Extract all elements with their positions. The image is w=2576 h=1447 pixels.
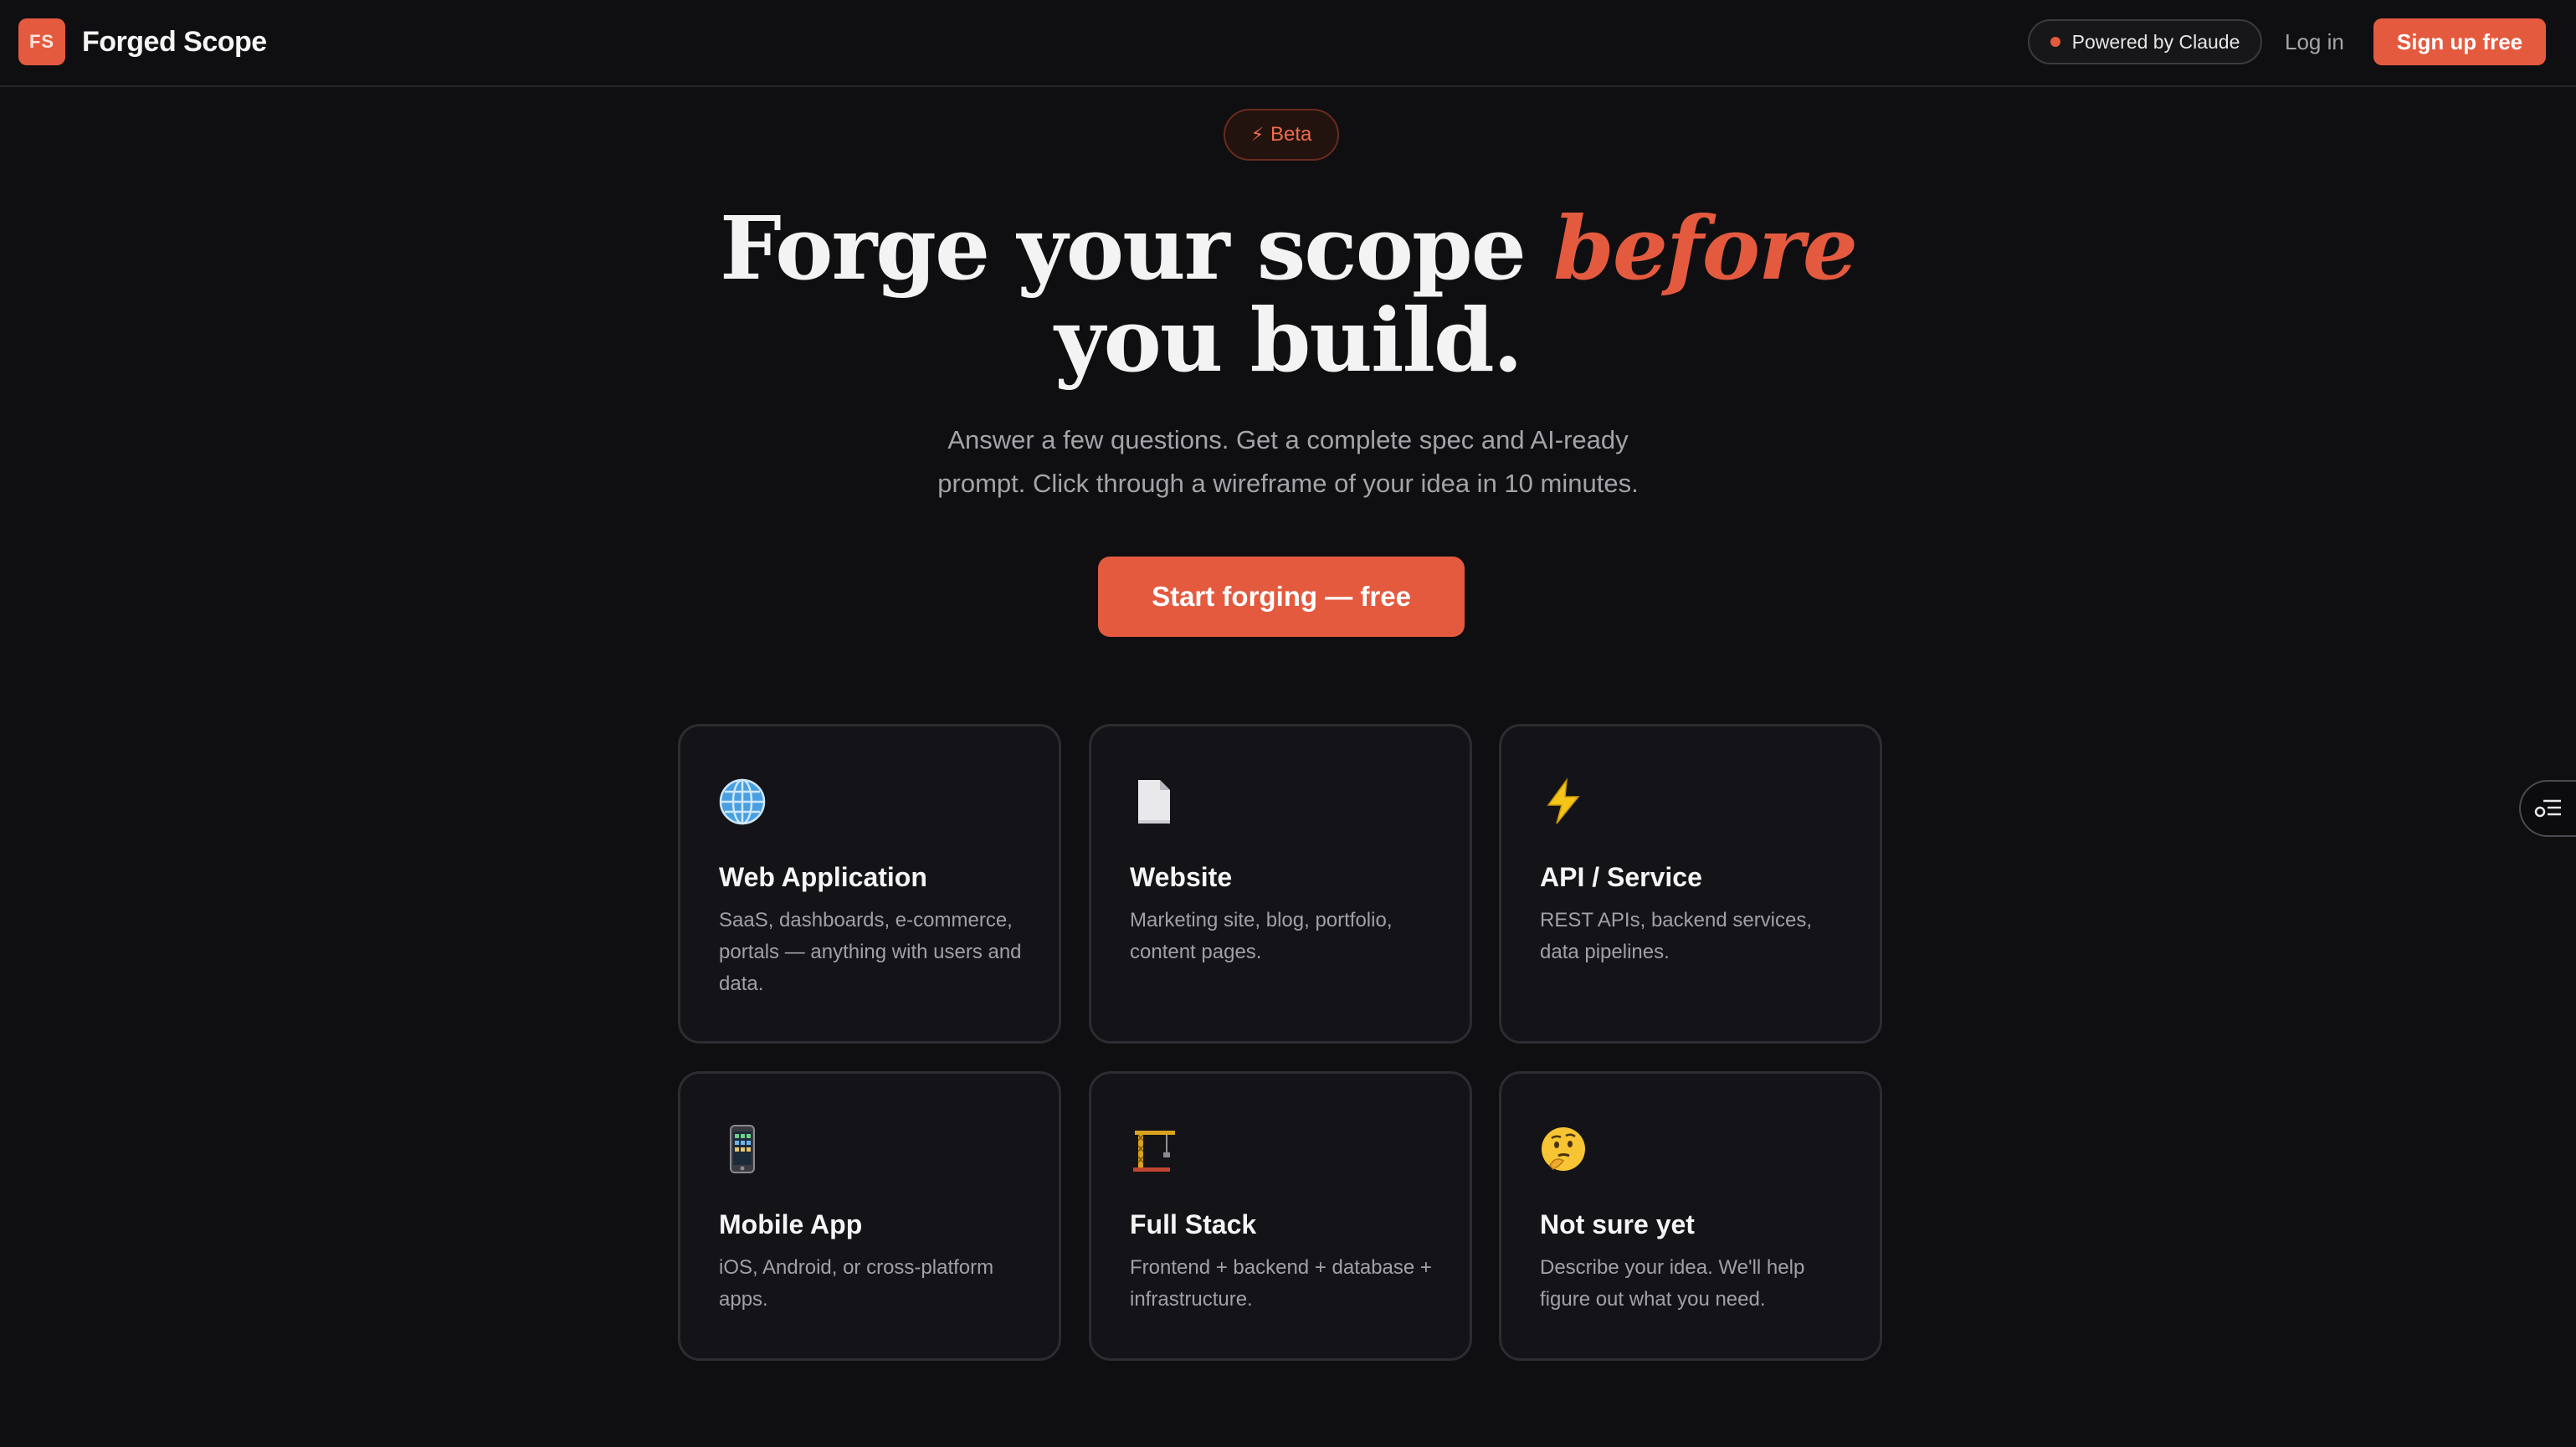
hero-subtitle: Answer a few questions. Get a complete s… — [937, 425, 1639, 498]
signup-button[interactable]: Sign up free — [2373, 18, 2546, 65]
card-description: Marketing site, blog, portfolio, content… — [1130, 909, 1393, 963]
headline-part1: Forge your scope — [719, 197, 1554, 300]
brand-home-link[interactable]: FS Forged Scope — [18, 18, 267, 65]
globe-icon — [719, 778, 766, 825]
document-icon — [1138, 780, 1170, 824]
powered-by-badge[interactable]: Powered by Claude — [2028, 19, 2262, 64]
project-type-card-web-application[interactable]: Web Application SaaS, dashboards, e-comm… — [678, 724, 1061, 1044]
card-title: Website — [1130, 862, 1233, 892]
headline-part2: you build. — [1055, 289, 1523, 392]
brand-name: Forged Scope — [82, 25, 267, 58]
feedback-toggle-icon — [2534, 799, 2561, 818]
project-type-card-api-service[interactable]: API / Service REST APIs, backend service… — [1499, 724, 1882, 1044]
beta-badge: ⚡ Beta — [1224, 109, 1339, 161]
card-description: Describe your idea. We'll help figure ou… — [1540, 1256, 1805, 1311]
top-nav: FS Forged Scope Powered by Claude Log in… — [0, 0, 2576, 87]
card-description: Frontend + backend + database + infrastr… — [1130, 1256, 1432, 1311]
headline-accent: before — [1553, 197, 1858, 300]
lightning-icon — [1547, 777, 1580, 824]
card-title: Not sure yet — [1540, 1209, 1695, 1239]
hero-headline: Forge your scope before you build. — [0, 203, 2576, 387]
landing-page: FS Forged Scope Powered by Claude Log in… — [0, 0, 2576, 1447]
project-type-card-website[interactable]: Website Marketing site, blog, portfolio,… — [1089, 724, 1472, 1044]
login-link[interactable]: Log in — [2285, 25, 2344, 59]
feedback-toggle-button[interactable] — [2519, 780, 2576, 837]
powered-by-label: Powered by Claude — [2071, 30, 2240, 53]
logo-badge: FS — [18, 18, 65, 65]
start-forging-button[interactable]: Start forging — free — [1098, 557, 1465, 637]
card-description: REST APIs, backend services, data pipeli… — [1540, 909, 1813, 963]
card-description: SaaS, dashboards, e-commerce, portals — … — [719, 909, 1022, 995]
card-title: Mobile App — [719, 1209, 863, 1239]
card-title: Web Application — [719, 862, 927, 892]
card-title: Full Stack — [1130, 1209, 1257, 1239]
thinking-face-icon — [1542, 1127, 1585, 1171]
project-type-card-not-sure-yet[interactable]: Not sure yet Describe your idea. We'll h… — [1499, 1071, 1882, 1361]
status-dot-icon — [2050, 37, 2060, 47]
lightning-icon: ⚡ — [1250, 124, 1265, 145]
project-type-card-full-stack[interactable]: Full Stack Frontend + backend + database… — [1089, 1071, 1472, 1361]
mobile-phone-icon — [730, 1125, 755, 1173]
card-description: iOS, Android, or cross-platform apps. — [719, 1256, 994, 1311]
crane-icon — [1133, 1131, 1175, 1172]
project-type-card-mobile-app[interactable]: Mobile App iOS, Android, or cross-platfo… — [678, 1071, 1061, 1361]
beta-label: Beta — [1270, 123, 1312, 146]
card-title: API / Service — [1540, 862, 1702, 892]
